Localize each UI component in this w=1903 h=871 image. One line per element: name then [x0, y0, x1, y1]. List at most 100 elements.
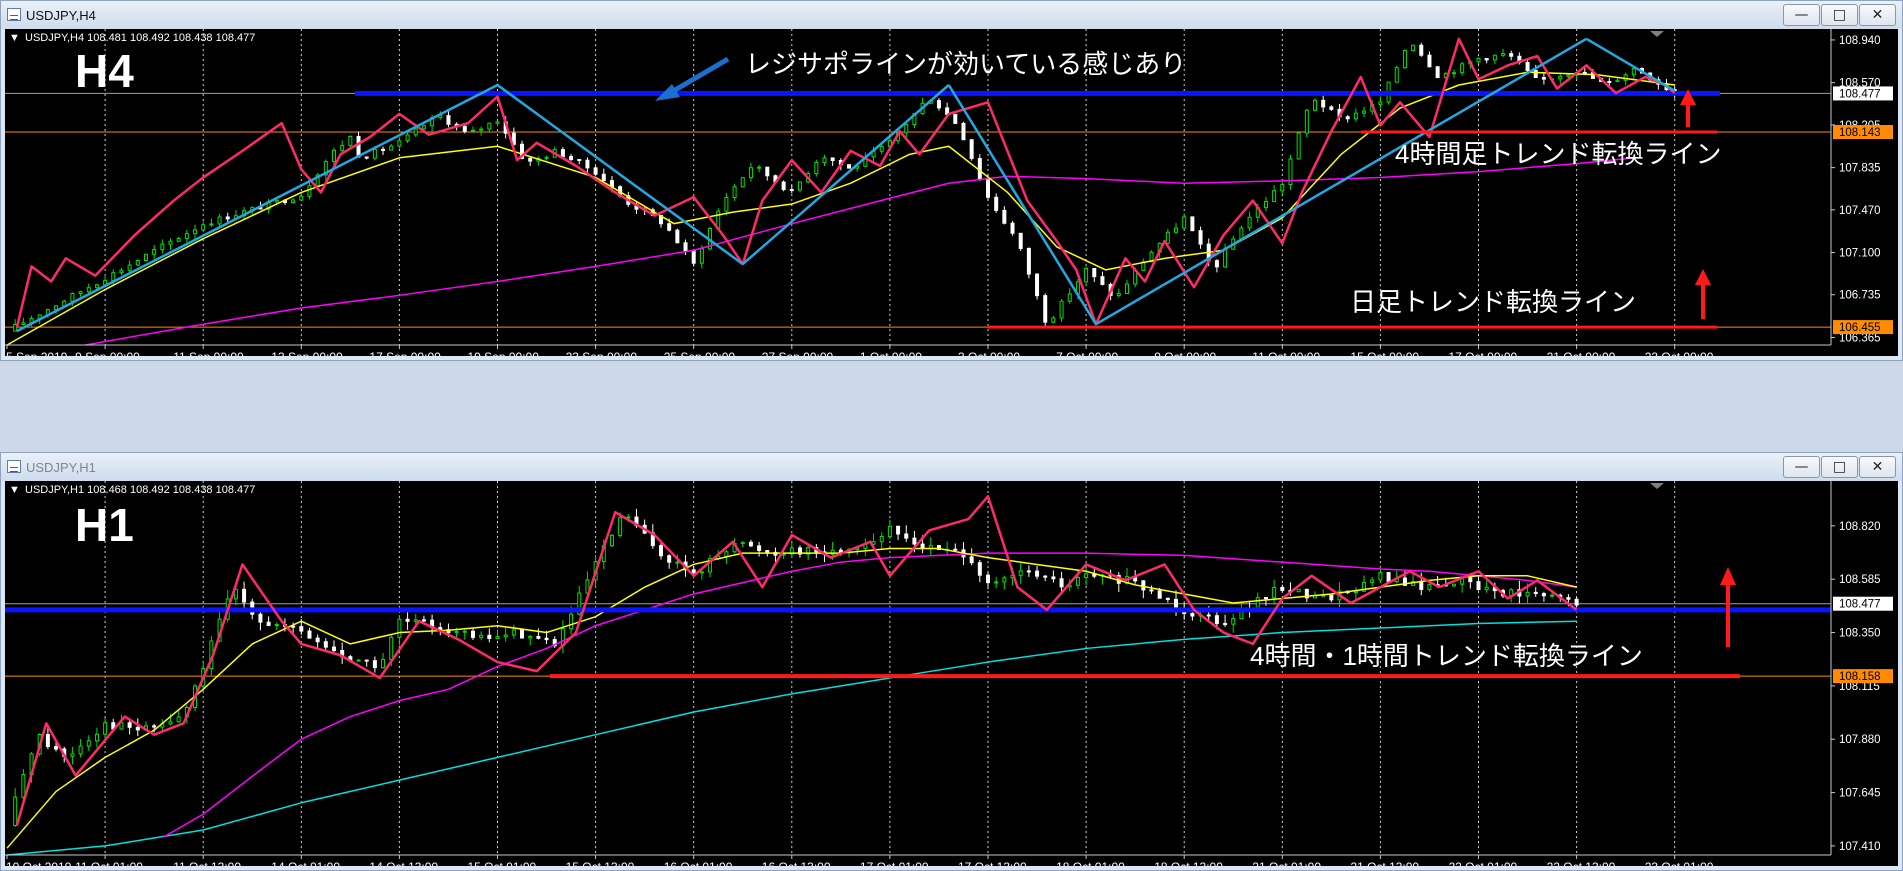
h1-menu-glyph[interactable]: ▼ — [9, 484, 20, 496]
candle-body — [1296, 132, 1301, 160]
candle-body — [332, 646, 336, 651]
maximize-button[interactable]: □ — [1821, 456, 1858, 478]
candle-body — [977, 562, 982, 576]
candle-body — [1566, 597, 1571, 600]
candle-body — [1124, 283, 1129, 294]
time-tick-label: 16 Oct 01:00 — [664, 860, 733, 866]
candle-body — [21, 774, 26, 798]
time-tick-label: 11 Sep 00:00 — [173, 350, 244, 356]
candle-body — [1149, 589, 1154, 592]
candle-body — [1419, 44, 1424, 56]
h4-annotation-daily-trend: 日足トレンド転換ライン — [1350, 287, 1636, 317]
candle-body — [904, 124, 909, 134]
candle-body — [1075, 577, 1080, 586]
candle-body — [936, 100, 941, 109]
h1-window-title: USDJPY,H1 — [26, 460, 96, 475]
h1-chart-svg[interactable]: 10 Oct 201911 Oct 01:00 11 Oct 13:00 14 Oc… — [5, 481, 1898, 866]
h4-title-bar[interactable]: USDJPY,H4 — □ ✕ — [1, 1, 1902, 29]
candle-body — [462, 125, 467, 132]
shift-marker-icon — [1650, 31, 1664, 37]
candle-body — [356, 659, 361, 662]
candle-body — [201, 224, 206, 231]
candle-body — [560, 149, 565, 158]
candle-body — [1353, 112, 1358, 120]
red-up-arrow-head — [1720, 567, 1736, 585]
candle-body — [495, 636, 500, 639]
h4-chart-svg[interactable]: 5 Sep 2019 9 Sep 00:00 11 Sep 00:00 13 Sep … — [5, 29, 1898, 356]
candle-body — [659, 545, 663, 557]
candle-body — [111, 272, 116, 282]
candle-body — [479, 128, 484, 131]
candle-body — [699, 248, 704, 264]
price-tick-label: 107.645 — [1839, 788, 1881, 800]
candle-body — [1476, 58, 1481, 63]
candle-body — [127, 722, 132, 728]
trend-line — [947, 84, 1097, 325]
price-tick-label: 107.470 — [1839, 205, 1881, 217]
candle-body — [724, 551, 729, 557]
close-button[interactable]: ✕ — [1859, 4, 1896, 26]
h1-title-bar[interactable]: USDJPY,H1 — □ ✕ — [1, 453, 1902, 481]
candle-body — [1026, 570, 1031, 573]
time-tick-label: 21 Oct 01:00 — [1252, 860, 1321, 866]
candle-body — [569, 613, 574, 630]
candle-body — [814, 161, 819, 175]
time-tick-label: 21 Oct 13:00 — [1350, 860, 1419, 866]
minimize-button[interactable]: — — [1783, 4, 1820, 26]
time-tick-label: 5 Sep 2019 — [6, 350, 68, 356]
close-button[interactable]: ✕ — [1859, 456, 1896, 478]
candle-body — [1296, 588, 1301, 593]
candle-body — [1035, 570, 1040, 577]
minimize-button[interactable]: — — [1783, 456, 1820, 478]
candle-body — [1525, 62, 1530, 71]
candle-body — [1574, 598, 1579, 606]
candle-body — [1206, 614, 1211, 617]
candle-body — [1533, 591, 1538, 595]
candle-body — [356, 135, 361, 158]
price-tick-label: 108.350 — [1839, 628, 1881, 640]
time-tick-label: 27 Sep 00:00 — [762, 350, 834, 356]
candle-body — [748, 167, 753, 179]
candle-body — [1451, 583, 1456, 587]
candle-body — [1427, 584, 1432, 590]
candle-body — [740, 541, 745, 544]
candle-body — [274, 624, 279, 627]
h1-plot-area[interactable]: 10 Oct 201911 Oct 01:00 11 Oct 13:00 14 Oc… — [5, 481, 1898, 866]
price-tick-label: 107.100 — [1839, 248, 1881, 260]
candle-body — [176, 238, 181, 242]
candle-body — [1501, 53, 1506, 56]
h4-menu-glyph[interactable]: ▼ — [9, 32, 20, 44]
candle-body — [1239, 227, 1244, 240]
candle-body — [381, 148, 386, 151]
h4-chart-window[interactable]: USDJPY,H4 — □ ✕ 5 Sep 2019 9 Sep 00:00 11 … — [0, 0, 1903, 361]
candle-body — [1247, 216, 1252, 229]
candle-body — [103, 722, 108, 735]
candle-body — [152, 725, 157, 728]
price-tick-label: 108.820 — [1839, 521, 1881, 533]
maximize-button[interactable]: □ — [1821, 4, 1858, 26]
candle-body — [977, 158, 982, 180]
time-tick-label: 23 Sep 00:00 — [566, 350, 638, 356]
candle-body — [1002, 209, 1007, 224]
candle-body — [781, 553, 786, 556]
candle-body — [896, 525, 901, 535]
shift-marker-icon — [1650, 483, 1664, 489]
time-tick-label: 7 Oct 00:00 — [1056, 350, 1118, 356]
candle-body — [1525, 591, 1530, 597]
candle-body — [1182, 216, 1187, 229]
h4-header-text: USDJPY,H4 108.481 108.492 108.438 108.47… — [25, 32, 255, 44]
candle-body — [479, 634, 484, 638]
time-tick-label: 23 Oct 01:00 — [1645, 860, 1714, 866]
candle-body — [994, 581, 999, 584]
candle-body — [765, 550, 770, 553]
candle-body — [879, 536, 884, 543]
h1-chart-window[interactable]: USDJPY,H1 — □ ✕ 10 Oct 201911 Oct 01:001… — [0, 452, 1903, 871]
candle-body — [1460, 63, 1465, 74]
h4-plot-area[interactable]: 5 Sep 2019 9 Sep 00:00 11 Sep 00:00 13 Sep … — [5, 29, 1898, 356]
candle-body — [299, 195, 304, 201]
candle-body — [21, 322, 26, 325]
level-price-box-label: 106.455 — [1839, 322, 1881, 334]
candle-body — [1051, 576, 1056, 580]
time-tick-label: 13 Sep 00:00 — [271, 350, 343, 356]
candle-body — [487, 634, 492, 639]
